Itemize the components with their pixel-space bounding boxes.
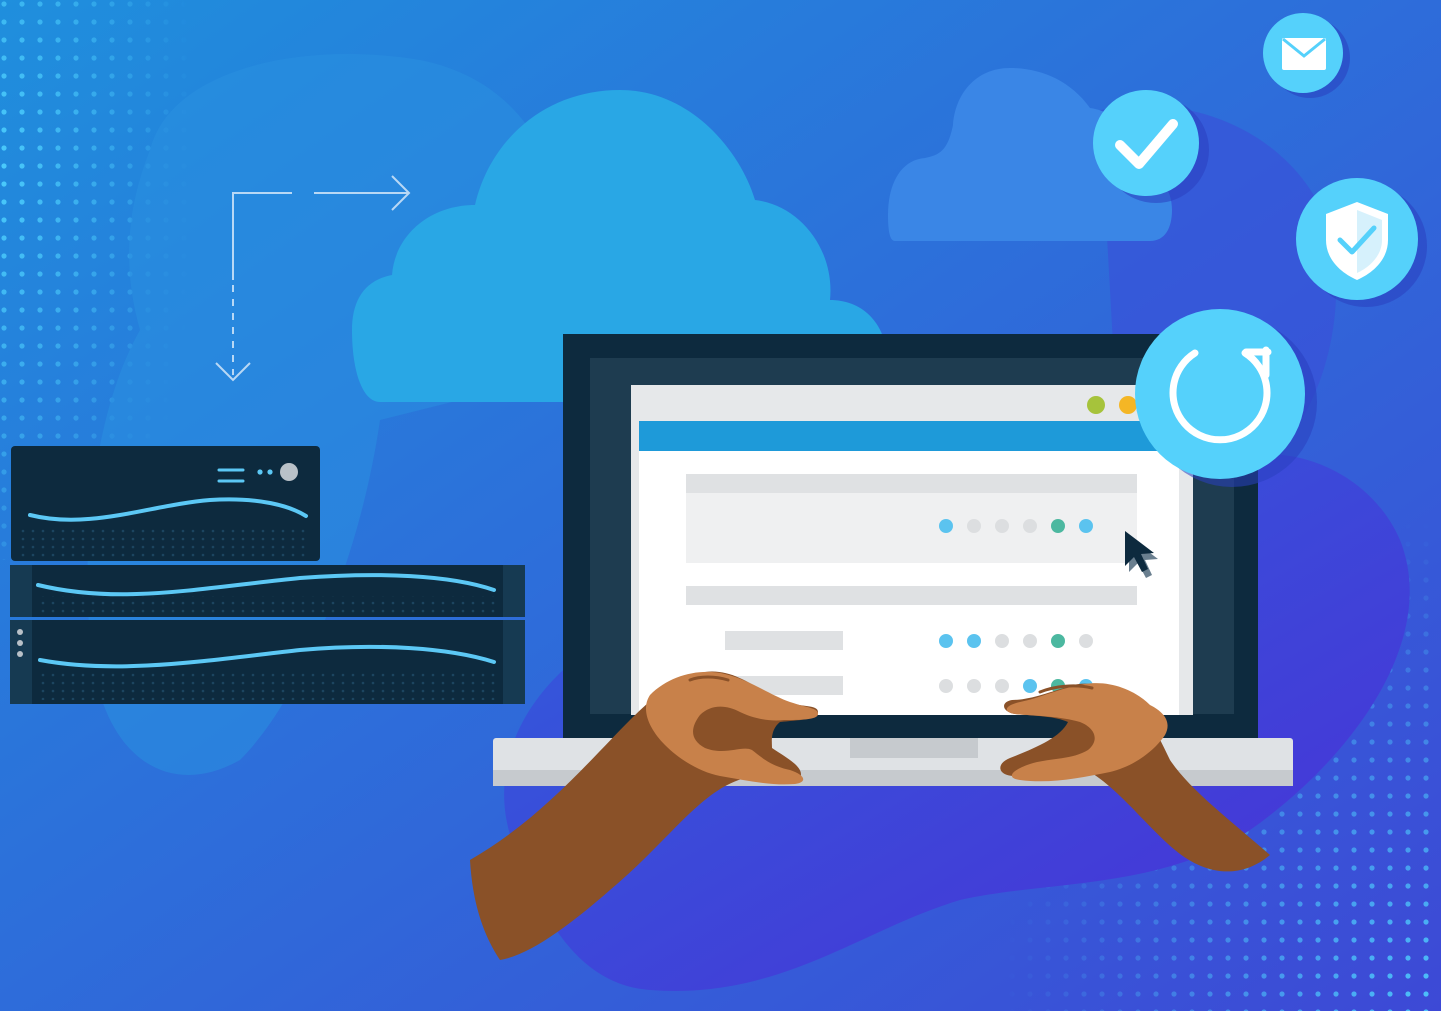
status-dot-blue (939, 519, 953, 533)
status-dot-blue (939, 634, 953, 648)
status-led (257, 469, 263, 475)
status-dot-grey (995, 519, 1009, 533)
browser-window (631, 385, 1193, 715)
illustration-scene (0, 0, 1441, 1011)
status-led (267, 469, 273, 475)
status-dot-grey (995, 634, 1009, 648)
status-dot-grey (939, 679, 953, 693)
content-panel-1 (686, 474, 1137, 563)
status-dot-grey (967, 519, 981, 533)
status-dot-blue (967, 634, 981, 648)
status-dot-green (1051, 634, 1065, 648)
power-button (280, 463, 298, 481)
server-unit-bottom (10, 620, 525, 704)
status-dot-grey (1079, 634, 1093, 648)
laptop-trackpad-notch (850, 738, 978, 758)
status-dot-grey (967, 679, 981, 693)
app-header-bar (639, 421, 1179, 451)
window-control-green (1087, 396, 1105, 414)
status-dot-blue (1079, 519, 1093, 533)
server-unit-middle (10, 565, 525, 617)
window-control-yellow (1119, 396, 1137, 414)
server-unit-top (11, 446, 320, 561)
status-dot-green (1051, 519, 1065, 533)
list-item-placeholder (725, 631, 843, 650)
status-dot-grey (1023, 519, 1037, 533)
status-dot-grey (995, 679, 1009, 693)
status-dot-grey (1023, 634, 1037, 648)
status-dot-blue (1023, 679, 1037, 693)
